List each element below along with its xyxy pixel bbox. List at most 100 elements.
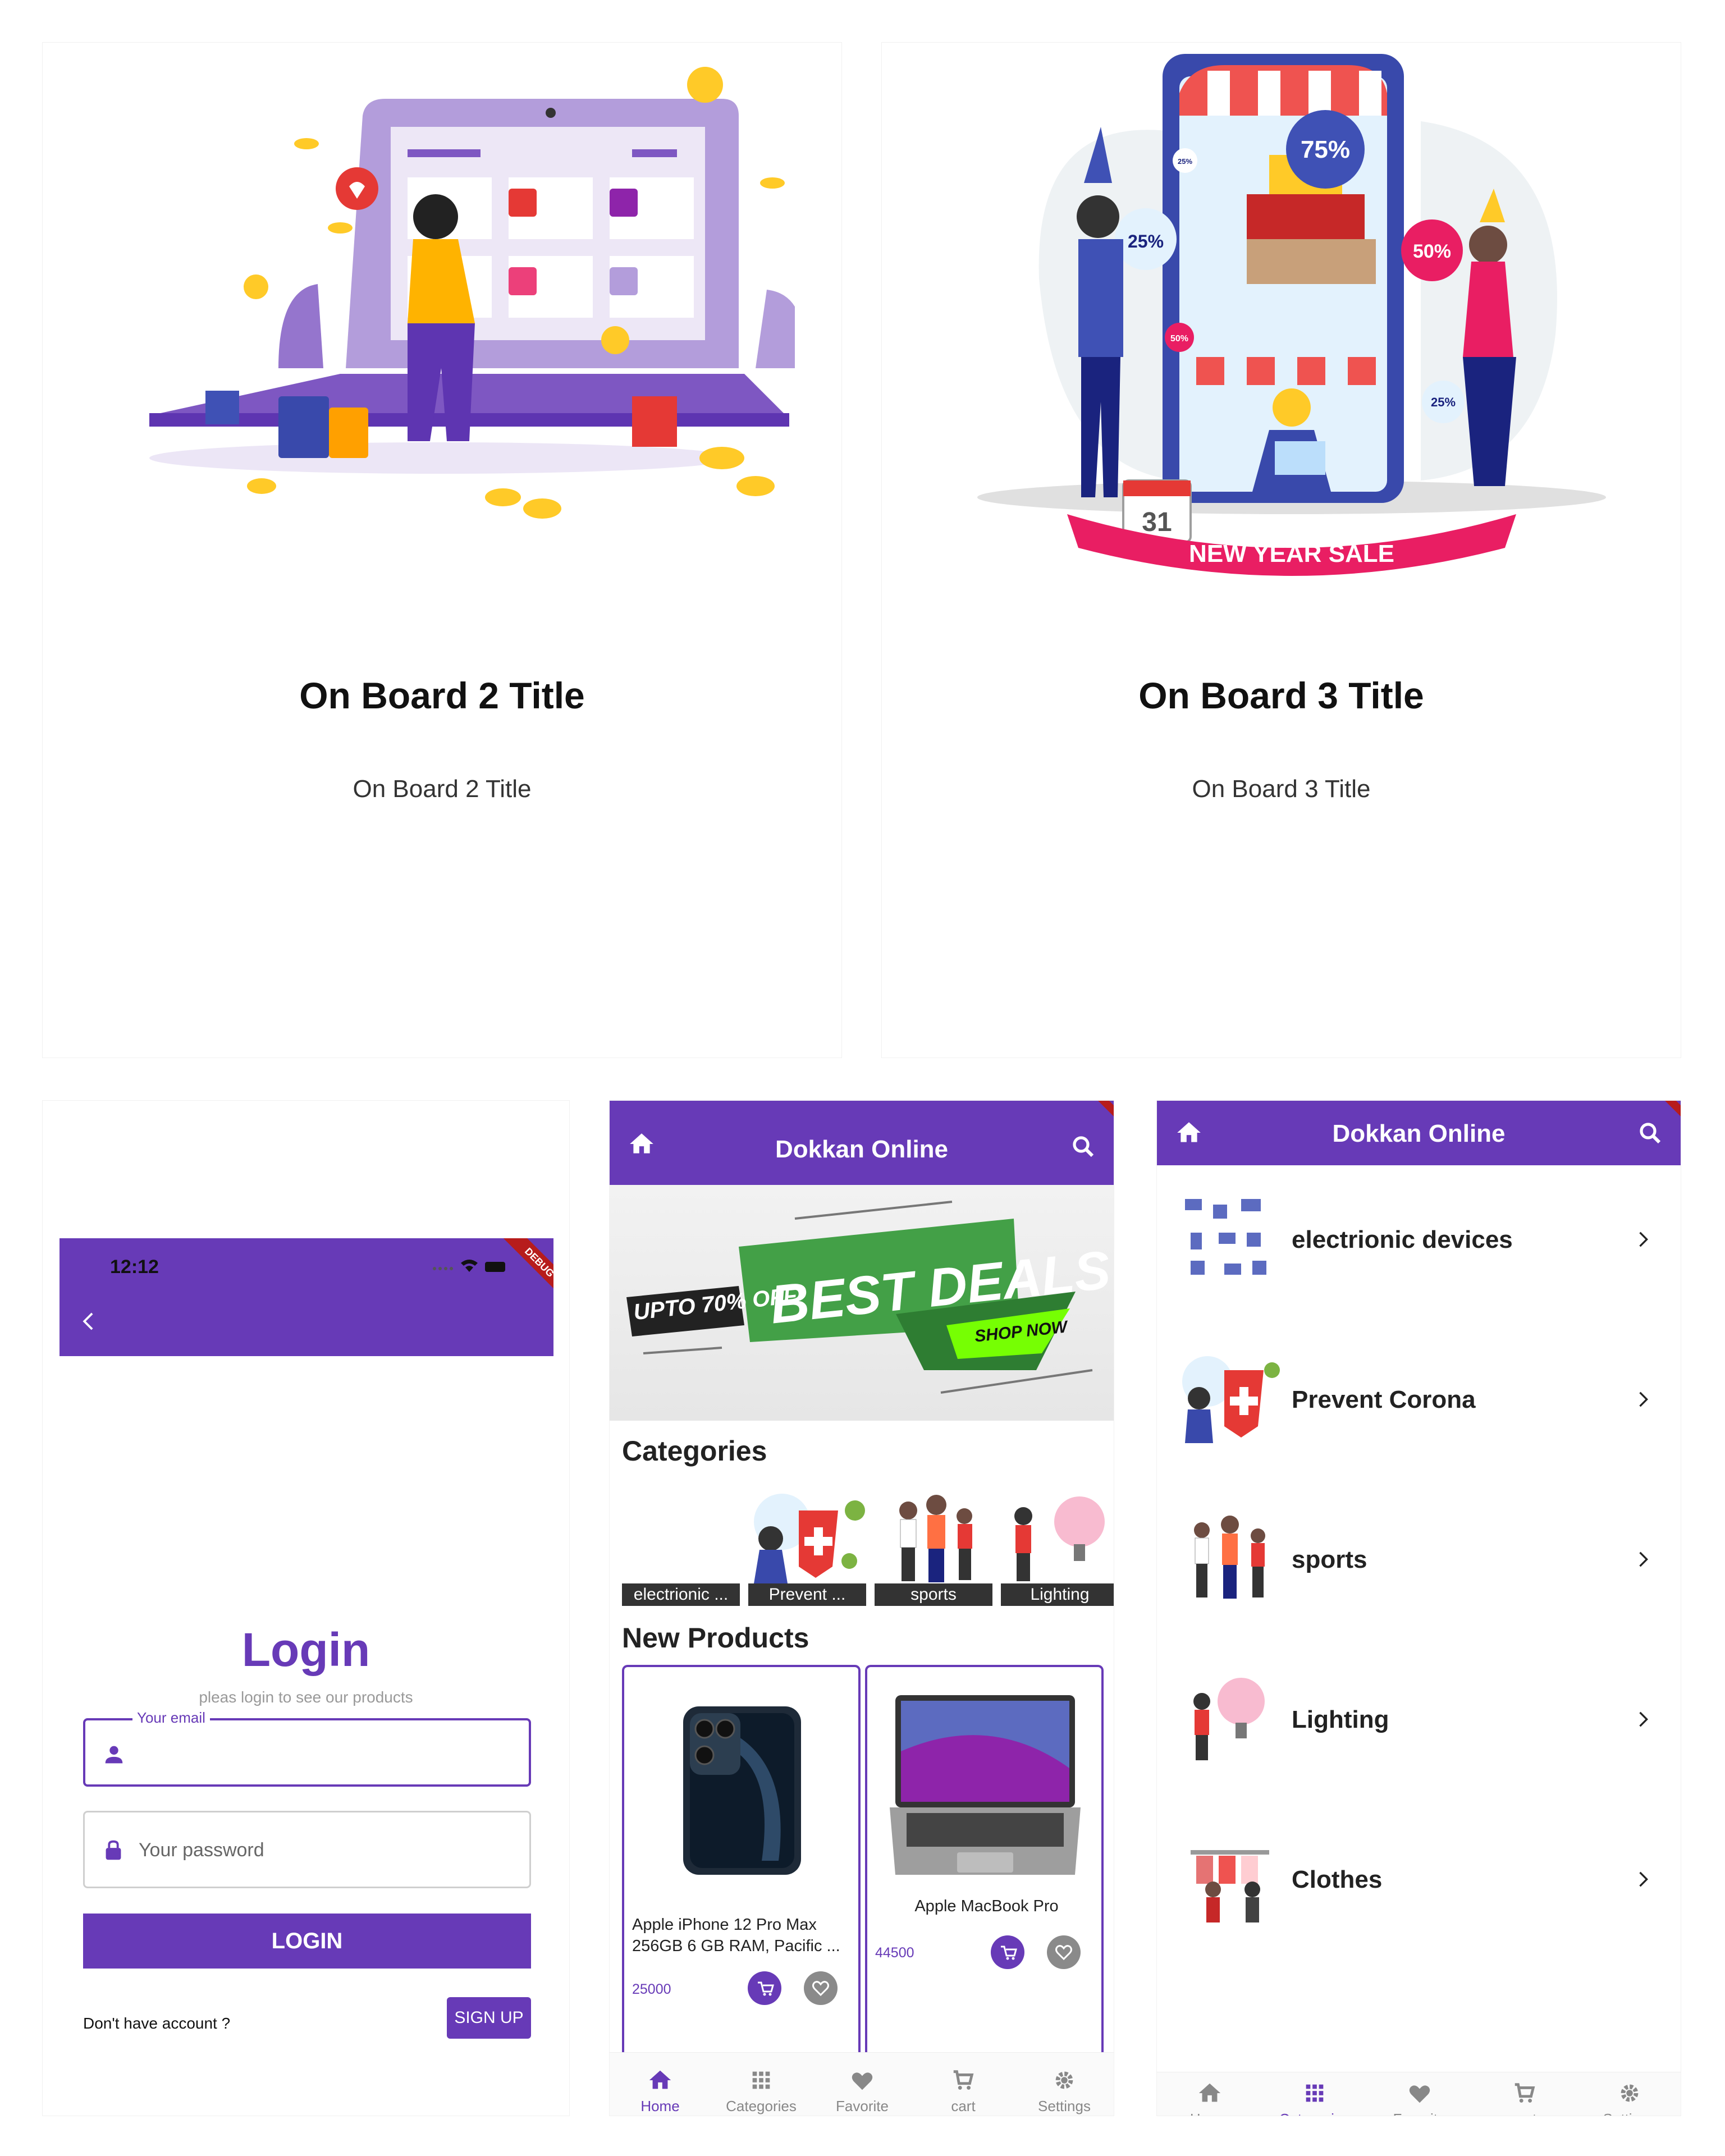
chevron-right-icon <box>1639 1551 1648 1567</box>
login-button[interactable]: LOGIN <box>83 1914 531 1969</box>
category-thumb-electronics <box>1185 1199 1266 1275</box>
calendar-day: 31 <box>1142 507 1172 537</box>
chevron-right-icon <box>1639 1871 1648 1887</box>
onboard-3-screen: 75% 25% 50% 50% 25% 25% 31 NEW YEAR SALE… <box>881 42 1681 1058</box>
heart-icon <box>1409 2085 1430 2103</box>
nav-settings[interactable]: Settings <box>1577 2072 1681 2116</box>
home-icon <box>1198 2083 1220 2102</box>
categories-appbar: Dokkan Online <box>1157 1101 1681 1165</box>
login-title: Login <box>241 1623 370 1676</box>
nav-settings-label: Settings <box>1038 2098 1091 2114</box>
home-bottom-nav: Home Categories Favorite cart Settings <box>610 2052 1114 2116</box>
chevron-right-icon <box>1639 1232 1648 1247</box>
debug-ribbon: DEBUG <box>501 1238 553 1301</box>
category-label: Lighting <box>1292 1706 1389 1733</box>
home-icon <box>649 2070 671 2089</box>
nav-settings-label: Settings <box>1603 2111 1656 2116</box>
onboard-3-illustration: 75% 25% 50% 50% 25% 25% 31 NEW YEAR SALE <box>977 54 1606 576</box>
category-thumb-sports <box>1194 1516 1265 1599</box>
nav-favorite-label: Favorite <box>836 2098 889 2114</box>
back-arrow-icon[interactable] <box>76 1308 102 1334</box>
login-screen: 12:12 DEBUG Login pleas login to see our… <box>42 1100 570 2116</box>
login-subtitle: pleas login to see our products <box>199 1688 413 1706</box>
product-card[interactable]: Apple iPhone 12 Pro Max 256GB 6 GB RAM, … <box>622 1665 861 2052</box>
category-tile[interactable]: electrionic ... <box>622 1488 740 1606</box>
category-row[interactable]: Lighting <box>1157 1668 1681 1780</box>
categories-bottom-nav: Home Categories Favorite cart Settings <box>1157 2072 1681 2116</box>
status-time: 12:12 <box>110 1256 159 1278</box>
nav-categories-label: Categories <box>1279 2111 1350 2116</box>
nav-categories[interactable]: Categories <box>711 2053 812 2115</box>
signup-button[interactable]: SIGN UP <box>447 1997 531 2039</box>
password-placeholder: Your password <box>139 1839 264 1861</box>
nav-favorite-label: Favorite <box>1393 2111 1446 2116</box>
category-row[interactable]: Prevent Corona <box>1157 1348 1681 1460</box>
badge-25-left: 25% <box>1128 231 1164 251</box>
nav-home-label: Home <box>640 2098 680 2114</box>
onboard-3-title: On Board 3 Title <box>1138 675 1424 716</box>
nav-favorite[interactable]: Favorite <box>812 2053 913 2115</box>
favorite-button[interactable] <box>804 1971 838 2005</box>
category-tile-label: Prevent ... <box>748 1583 866 1606</box>
badge-50-small: 50% <box>1170 334 1188 344</box>
grid-icon <box>1306 2084 1323 2102</box>
nav-cart[interactable]: cart <box>1472 2072 1577 2116</box>
category-row[interactable]: Clothes <box>1157 1828 1681 1940</box>
categories-strip: electrionic ... Prevent ... sports Light… <box>622 1488 1114 1606</box>
category-tile-label: Lighting <box>1001 1583 1114 1606</box>
category-row[interactable]: electrionic devices <box>1157 1188 1681 1300</box>
onboard-2-illustration <box>149 67 795 519</box>
categories-heading: Categories <box>622 1435 767 1467</box>
home-appbar: Dokkan Online <box>610 1101 1114 1185</box>
add-to-cart-button[interactable] <box>991 1935 1024 1969</box>
nav-cart-label: cart <box>1512 2111 1536 2116</box>
add-to-cart-button[interactable] <box>748 1971 781 2005</box>
heart-icon <box>852 2072 873 2090</box>
password-field[interactable]: Your password <box>83 1811 531 1888</box>
category-thumb-clothes <box>1191 1850 1269 1922</box>
chevron-right-icon <box>1639 1391 1648 1407</box>
nav-home[interactable]: Home <box>1157 2072 1262 2116</box>
category-thumb-corona <box>1182 1356 1280 1443</box>
email-field[interactable]: Your email <box>83 1709 531 1787</box>
badge-75: 75% <box>1301 136 1350 163</box>
nav-home[interactable]: Home <box>610 2053 711 2115</box>
gear-icon <box>1621 2084 1638 2102</box>
best-deals-banner[interactable]: UPTO 70% OFF BEST DEALS SHOP NOW <box>610 1185 1114 1421</box>
cart-icon <box>953 2070 974 2090</box>
debug-corner <box>1091 1101 1114 1123</box>
onboard-2-subtitle: On Board 2 Title <box>353 775 532 803</box>
cart-icon <box>1514 2083 1535 2103</box>
categories-app-title: Dokkan Online <box>1332 1120 1506 1147</box>
category-label: sports <box>1292 1546 1367 1573</box>
badge-25-right: 25% <box>1431 395 1456 409</box>
nav-home-label: Home <box>1190 2111 1229 2116</box>
nav-favorite[interactable]: Favorite <box>1367 2072 1472 2116</box>
category-row[interactable]: sports <box>1157 1508 1681 1620</box>
badge-50-right: 50% <box>1413 241 1451 262</box>
grid-icon <box>752 2071 770 2089</box>
lock-icon <box>100 1837 126 1863</box>
category-label: Clothes <box>1292 1866 1383 1893</box>
login-appbar: 12:12 DEBUG <box>60 1238 553 1356</box>
search-icon[interactable] <box>1070 1133 1097 1160</box>
nav-cart-label: cart <box>951 2098 976 2114</box>
category-tile[interactable]: Prevent ... <box>748 1488 866 1606</box>
sale-banner-text: NEW YEAR SALE <box>1189 540 1394 567</box>
nav-categories[interactable]: Categories <box>1262 2072 1367 2116</box>
debug-corner <box>1658 1101 1681 1123</box>
search-icon[interactable] <box>1637 1120 1664 1147</box>
favorite-button[interactable] <box>1047 1935 1081 1969</box>
product-name: Apple iPhone 12 Pro Max 256GB 6 GB RAM, … <box>632 1916 840 1955</box>
product-card[interactable]: Apple MacBook Pro 44500 <box>865 1665 1104 2052</box>
category-tile-label: sports <box>875 1583 992 1606</box>
category-label: Prevent Corona <box>1292 1386 1476 1413</box>
category-tile[interactable]: sports <box>875 1488 992 1606</box>
macbook-image <box>890 1695 1081 1875</box>
no-account-text: Don't have account ? <box>83 2015 231 2032</box>
category-tile[interactable]: Lighting <box>1001 1488 1114 1606</box>
nav-settings[interactable]: Settings <box>1014 2053 1114 2115</box>
onboard-2-screen: On Board 2 Title On Board 2 Title <box>42 42 842 1058</box>
nav-cart[interactable]: cart <box>913 2053 1014 2115</box>
onboard-2-title: On Board 2 Title <box>299 675 585 716</box>
